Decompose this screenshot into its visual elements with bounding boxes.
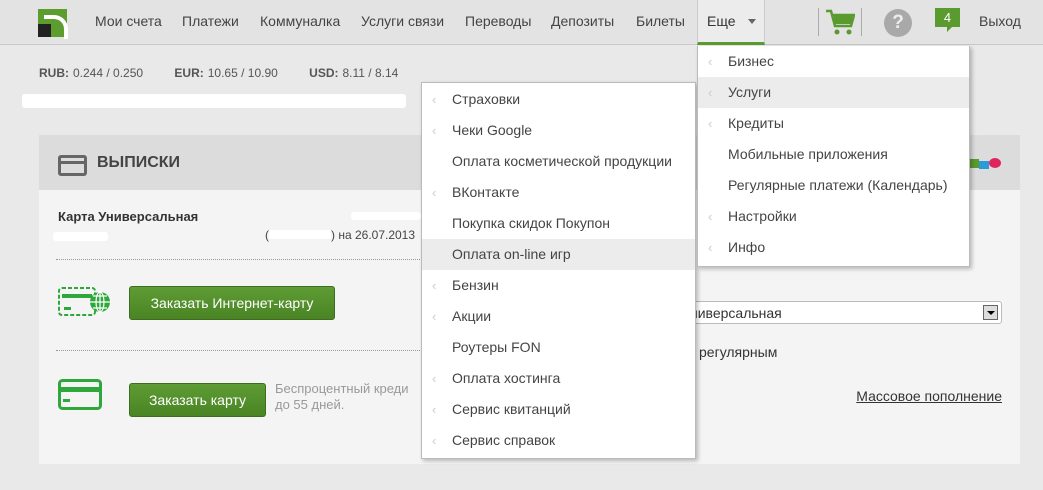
menu-item[interactable]: ‹ Сервис справок [422, 425, 695, 456]
menu-item[interactable]: ‹ Сервис квитанций [422, 394, 695, 425]
menu-item-label: Регулярные платежи (Календарь) [728, 177, 948, 193]
card-name: Карта Универсальная [58, 209, 199, 224]
menu-item-label: Инфо [728, 239, 766, 255]
chevron-left-icon: ‹ [432, 309, 437, 324]
rate-value: 10.65 / 10.90 [207, 66, 278, 80]
caret-down-icon [748, 19, 756, 28]
chevron-left-icon: ‹ [432, 278, 437, 293]
top-nav: Мои счета Платежи Коммуналка Услуги связ… [0, 0, 1043, 45]
more-dropdown-menu: ‹ Бизнес ‹ Услуги ‹ Кредиты Мобильные приложен… [697, 46, 970, 267]
nav-deposits[interactable]: Депозиты [551, 13, 614, 29]
nav-payments[interactable]: Платежи [182, 13, 239, 29]
logout-link[interactable]: Выход [979, 13, 1021, 29]
menu-item[interactable]: ‹ ВКонтакте [422, 177, 695, 208]
menu-item[interactable]: ‹ Кредиты [698, 108, 969, 139]
statement-date: () на 26.07.2013 [265, 228, 415, 242]
menu-item[interactable]: ‹ Услуги [698, 77, 969, 108]
menu-item[interactable]: ‹ Бизнес [698, 46, 969, 77]
credit-card-icon [58, 379, 102, 410]
menu-item-label: Бензин [452, 277, 499, 293]
chevron-left-icon: ‹ [432, 92, 437, 107]
nav-my-accounts[interactable]: Мои счета [95, 13, 162, 29]
menu-item[interactable]: ‹ Настройки [698, 201, 969, 232]
card-select[interactable]: ниверсальная [685, 301, 1002, 324]
redacted-area [53, 232, 108, 241]
rate-currency: RUB: [39, 66, 69, 80]
divider [818, 8, 819, 36]
menu-item[interactable]: Регулярные платежи (Календарь) [698, 170, 969, 201]
menu-item[interactable]: Оплата косметической продукции [422, 146, 695, 177]
menu-item-label: Оплата on-line игр [452, 246, 571, 262]
nav-more-button[interactable]: Еще [697, 0, 765, 45]
menu-item-label: Страховки [452, 91, 521, 107]
dropdown-arrow-icon[interactable] [983, 305, 998, 320]
chevron-left-icon: ‹ [708, 116, 713, 131]
mass-topup-link[interactable]: Массовое пополнение [856, 388, 1002, 404]
divider [861, 8, 862, 36]
nav-utilities[interactable]: Коммуналка [260, 13, 340, 29]
internet-card-icon [58, 287, 110, 316]
menu-item-label: Покупка скидок Покупон [452, 215, 610, 231]
more-label: Еще [707, 13, 736, 29]
rate-currency: USD: [309, 66, 339, 80]
order-card-button[interactable]: Заказать карту [129, 383, 266, 417]
chevron-left-icon: ‹ [432, 402, 437, 417]
card-note: Беспроцентный креди до 55 дней. [275, 381, 409, 412]
menu-item-label: Кредиты [728, 115, 784, 131]
menu-item-label: Бизнес [728, 53, 774, 69]
menu-item-label: Услуги [728, 84, 772, 100]
redacted-area [22, 94, 406, 108]
chevron-left-icon: ‹ [432, 371, 437, 386]
divider [56, 350, 428, 351]
menu-item[interactable]: ‹ Бензин [422, 270, 695, 301]
menu-item[interactable]: ‹ Чеки Google [422, 115, 695, 146]
cart-icon[interactable] [825, 8, 855, 36]
chevron-left-icon: ‹ [708, 85, 713, 100]
divider [56, 259, 428, 260]
chevron-left-icon: ‹ [432, 123, 437, 138]
bank-logo[interactable] [38, 9, 68, 39]
menu-item[interactable]: Оплата on-line игр [422, 239, 695, 270]
select-value: ниверсальная [690, 305, 782, 321]
nav-telecom[interactable]: Услуги связи [361, 13, 444, 29]
services-submenu: ‹ Страховки ‹ Чеки Google Оплата косметическ… [421, 82, 696, 459]
panel-title: ВЫПИСКИ [97, 154, 181, 171]
menu-item-label: ВКонтакте [452, 184, 520, 200]
menu-item[interactable]: Мобильные приложения [698, 139, 969, 170]
chevron-left-icon: ‹ [708, 209, 713, 224]
menu-item-label: Роутеры FON [452, 339, 541, 355]
chevron-left-icon: ‹ [432, 185, 437, 200]
redacted-area [351, 212, 421, 220]
menu-item[interactable]: ‹ Инфо [698, 232, 969, 263]
rate-currency: EUR: [174, 66, 204, 80]
regular-text: к регулярным [689, 344, 778, 360]
menu-item[interactable]: Покупка скидок Покупон [422, 208, 695, 239]
menu-item[interactable]: Роутеры FON [422, 332, 695, 363]
rate-value: 0.244 / 0.250 [73, 66, 144, 80]
menu-item[interactable]: ‹ Оплата хостинга [422, 363, 695, 394]
card-icon [58, 155, 87, 176]
exchange-rates: RUB: 0.244 / 0.250 EUR: 10.65 / 10.90 USD:… [39, 66, 426, 80]
menu-item-label: Мобильные приложения [728, 146, 888, 162]
menu-item-label: Сервис квитанций [452, 401, 571, 417]
rate-value: 8.11 / 8.14 [342, 66, 399, 80]
menu-item-label: Оплата косметической продукции [452, 153, 672, 169]
help-icon[interactable]: ? [884, 9, 912, 37]
order-internet-card-button[interactable]: Заказать Интернет-карту [129, 286, 335, 320]
menu-item-label: Чеки Google [452, 122, 533, 138]
menu-item[interactable]: ‹ Страховки [422, 84, 695, 115]
nav-tickets[interactable]: Билеты [636, 13, 685, 29]
nav-transfers[interactable]: Переводы [465, 13, 531, 29]
menu-item-label: Акции [452, 308, 492, 324]
date-text: ) на 26.07.2013 [331, 228, 416, 242]
menu-item-label: Сервис справок [452, 432, 556, 448]
menu-item-label: Оплата хостинга [452, 370, 561, 386]
messages-badge[interactable]: 4 [935, 8, 960, 32]
chevron-left-icon: ‹ [708, 240, 713, 255]
chevron-left-icon: ‹ [432, 433, 437, 448]
menu-item[interactable]: ‹ Акции [422, 301, 695, 332]
chevron-left-icon: ‹ [708, 54, 713, 69]
menu-item-label: Настройки [728, 208, 797, 224]
chat-icon [969, 158, 1001, 169]
